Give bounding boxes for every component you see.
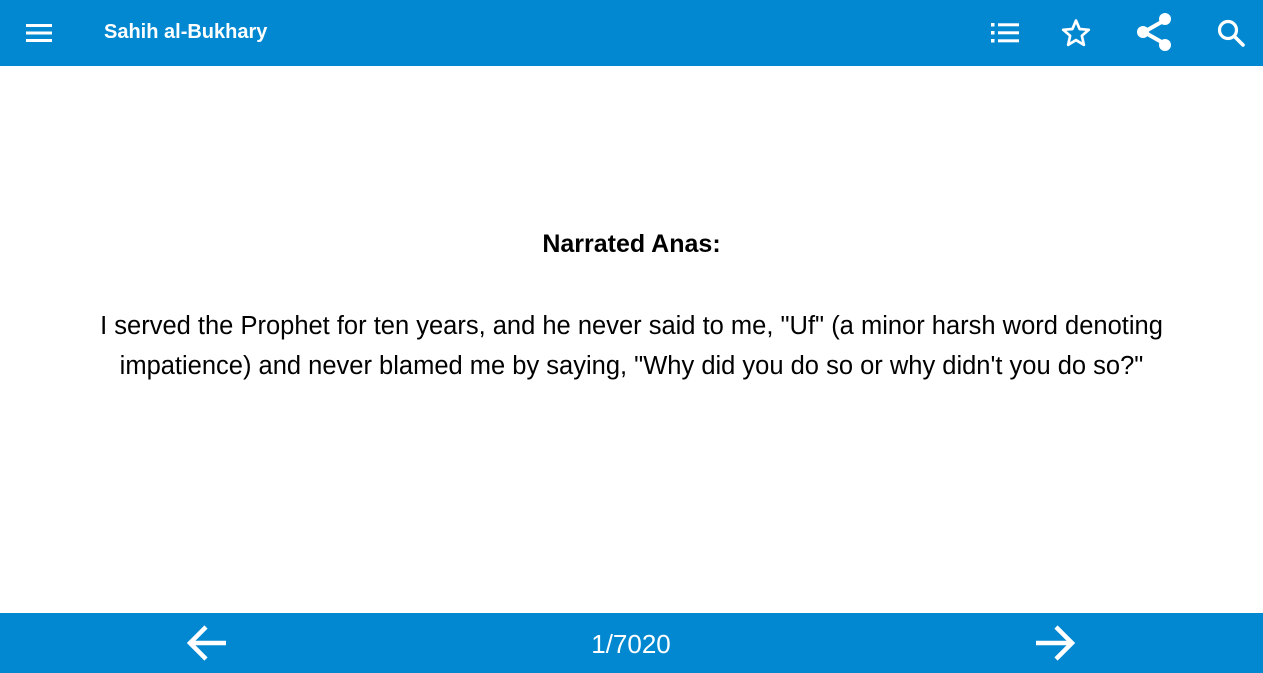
app-bar: Sahih al-Bukhary [0, 0, 1263, 66]
search-icon [1217, 19, 1245, 47]
share-button[interactable] [1130, 7, 1180, 57]
star-outline-icon [1061, 19, 1091, 47]
previous-button[interactable] [183, 619, 231, 667]
arrow-right-icon [1036, 625, 1076, 661]
arrow-left-icon [186, 625, 226, 661]
share-icon [1137, 13, 1171, 51]
app-root: Sahih al-Bukhary Narrated Anas: I served… [0, 0, 1263, 673]
hadith-content: Narrated Anas: I served the Prophet for … [0, 66, 1263, 613]
navigation-bar: 1/7020 [0, 613, 1263, 673]
page-counter: 1/7020 [591, 629, 671, 659]
narrator-heading: Narrated Anas: [542, 230, 721, 258]
app-title: Sahih al-Bukhary [104, 21, 268, 43]
next-button[interactable] [1031, 619, 1079, 667]
list-button[interactable] [981, 9, 1029, 57]
list-icon [991, 23, 1019, 43]
favorite-button[interactable] [1052, 9, 1100, 57]
hadith-text: I served the Prophet for ten years, and … [100, 312, 1163, 380]
menu-icon [26, 24, 52, 42]
menu-button[interactable] [15, 9, 63, 57]
search-button[interactable] [1207, 9, 1255, 57]
